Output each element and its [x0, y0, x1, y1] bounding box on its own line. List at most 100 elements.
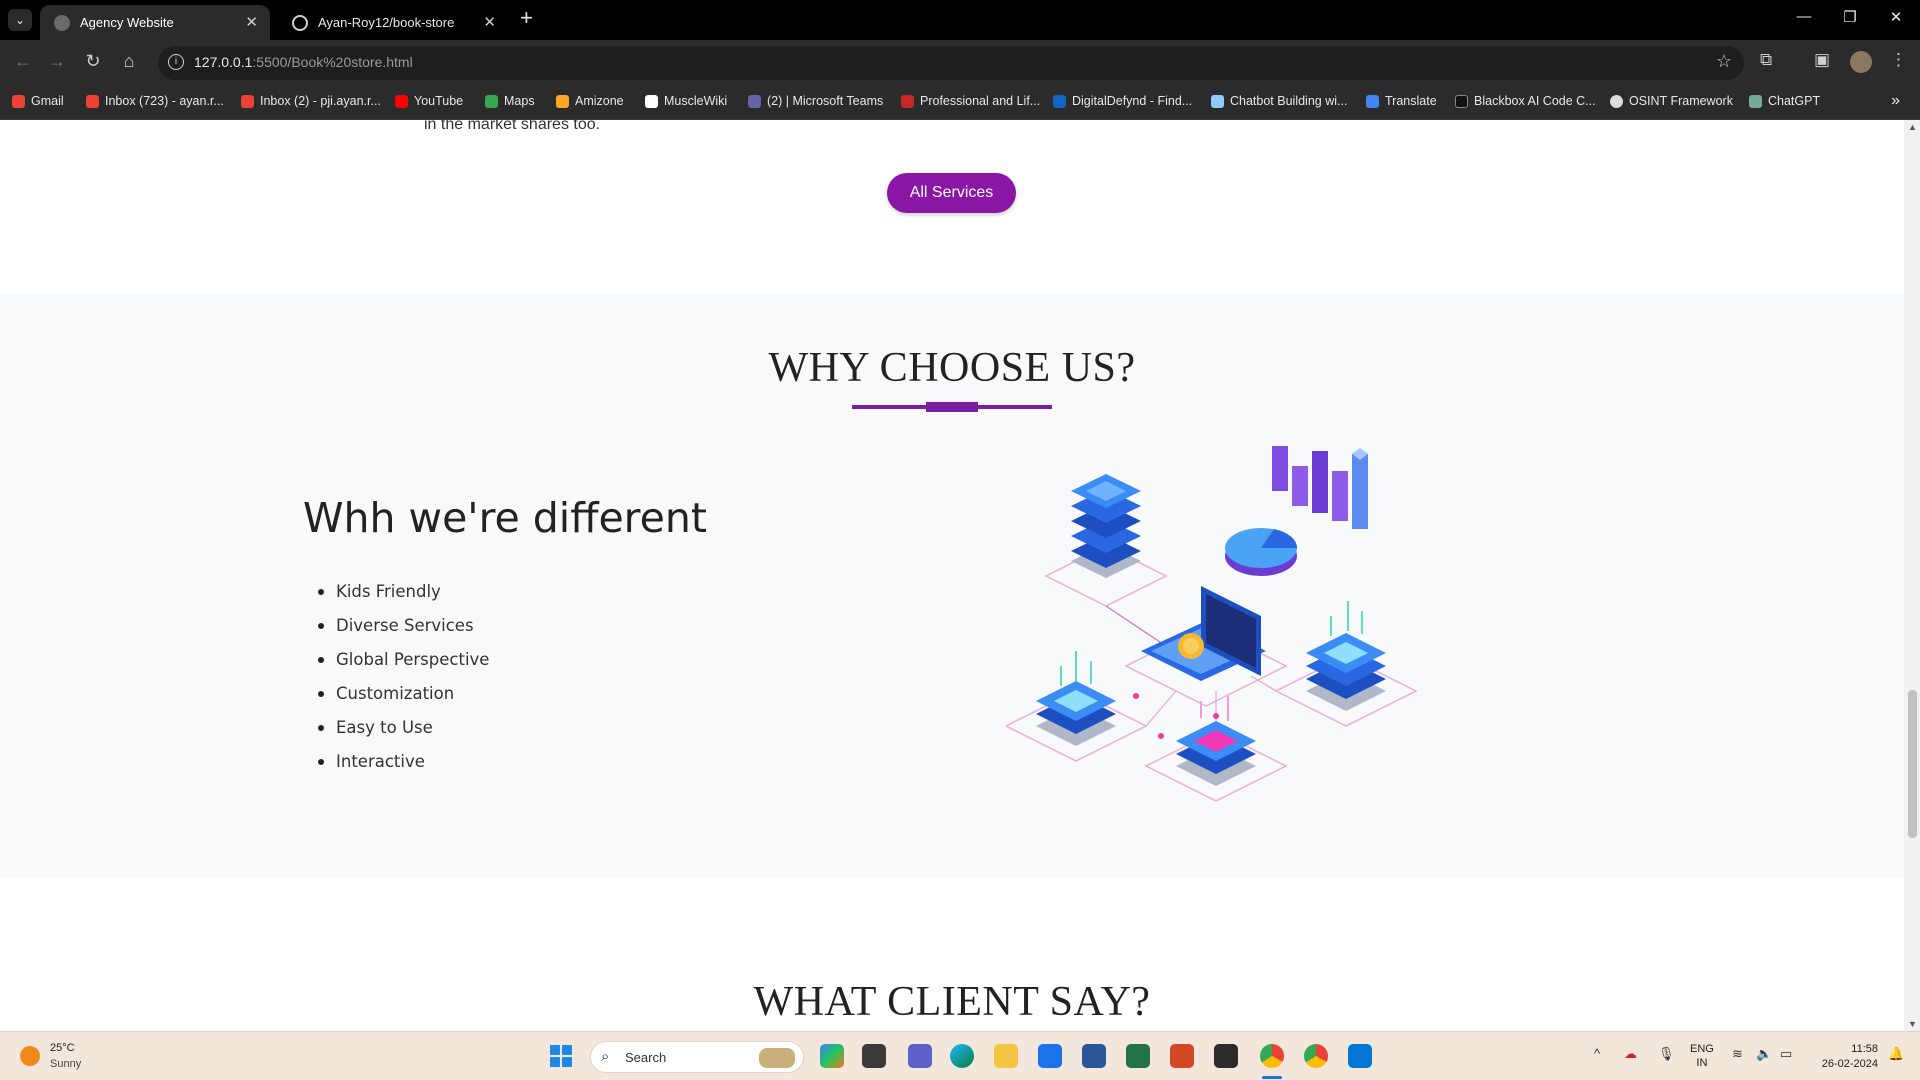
bookmark-star-icon[interactable]: ☆ [1716, 51, 1732, 72]
home-icon[interactable]: ⌂ [116, 51, 142, 72]
teams-icon[interactable] [908, 1044, 932, 1068]
blackbox-icon [1455, 94, 1468, 108]
mail-icon[interactable] [1038, 1044, 1062, 1068]
site-info-icon[interactable]: i [168, 54, 184, 70]
language-indicator[interactable]: ENG IN [1690, 1042, 1714, 1070]
bookmark-item[interactable]: DigitalDefynd - Find... [1053, 94, 1192, 108]
active-app-indicator [1262, 1076, 1282, 1079]
url-text[interactable]: 127.0.0.1:5500/Book%20store.html [194, 54, 413, 70]
bookmarks-bar: Gmail Inbox (723) - ayan.r... Inbox (2) … [0, 86, 1920, 120]
edge-icon[interactable] [950, 1044, 974, 1068]
terminal-icon[interactable] [1214, 1044, 1238, 1068]
copilot-icon[interactable] [820, 1044, 844, 1068]
gmail-icon [241, 94, 254, 108]
bookmark-item[interactable]: Blackbox AI Code C... [1455, 94, 1596, 108]
bookmark-item[interactable]: Gmail [12, 94, 64, 108]
section-title: WHAT CLIENT SAY? [753, 979, 1151, 1025]
title-underline-accent [926, 402, 978, 412]
system-clock[interactable]: 11:58 26-02-2024 [1812, 1042, 1878, 1072]
vscode-icon[interactable] [1348, 1044, 1372, 1068]
different-heading: Whh we're different [303, 494, 707, 542]
file-explorer-icon[interactable] [994, 1044, 1018, 1068]
amizone-icon [556, 94, 569, 108]
list-item: Kids Friendly [316, 582, 489, 616]
bookmark-item[interactable]: MuscleWiki [645, 94, 727, 108]
chatgpt-icon [1749, 94, 1762, 108]
tab-book-store[interactable]: Ayan-Roy12/book-store ✕ [278, 5, 508, 40]
microphone-icon[interactable]: 🎙 [1658, 1046, 1675, 1062]
word-icon[interactable] [1082, 1044, 1106, 1068]
chrome-profile-icon[interactable] [1304, 1044, 1328, 1068]
bookmark-item[interactable]: OSINT Framework [1610, 94, 1733, 108]
gmail-icon [12, 94, 25, 108]
github-icon [292, 14, 308, 31]
side-panel-icon[interactable]: ▣ [1814, 50, 1830, 70]
powerpoint-icon[interactable] [1170, 1044, 1194, 1068]
profile-avatar[interactable] [1850, 51, 1872, 73]
close-tab-icon[interactable]: ✕ [483, 13, 496, 31]
restore-icon[interactable]: ❐ [1830, 8, 1870, 26]
minimize-icon[interactable]: — [1784, 8, 1824, 25]
forward-icon[interactable]: → [44, 51, 70, 72]
weather-temperature[interactable]: 25°C [50, 1042, 75, 1054]
wifi-icon[interactable]: ≋ [1732, 1046, 1743, 1062]
search-icon: ⌕ [601, 1048, 610, 1065]
list-item: Global Perspective [316, 650, 489, 684]
bookmark-item[interactable]: ChatGPT [1749, 94, 1820, 108]
new-tab-button[interactable]: + [520, 5, 533, 31]
bookmark-item[interactable]: Amizone [556, 94, 624, 108]
teams-icon [748, 94, 761, 108]
close-window-icon[interactable]: ✕ [1876, 8, 1916, 26]
close-tab-icon[interactable]: ✕ [245, 13, 258, 31]
page-scrollbar[interactable]: ▲ ▼ [1904, 120, 1920, 1031]
gmail-icon [86, 94, 99, 108]
youtube-icon [395, 94, 408, 108]
musclewiki-icon [645, 94, 658, 108]
scrollbar-thumb[interactable] [1908, 690, 1917, 838]
excel-icon[interactable] [1126, 1044, 1150, 1068]
isometric-data-illustration [1006, 446, 1418, 802]
bookmark-item[interactable]: Translate [1366, 94, 1437, 108]
bookmark-item[interactable]: Inbox (2) - pji.ayan.r... [241, 94, 381, 108]
maps-icon [485, 94, 498, 108]
bookmark-item[interactable]: YouTube [395, 94, 463, 108]
onedrive-icon[interactable]: ☁ [1624, 1046, 1637, 1062]
bookmark-item[interactable]: Maps [485, 94, 535, 108]
globe-icon [54, 14, 70, 31]
bookmark-item[interactable]: Inbox (723) - ayan.r... [86, 94, 224, 108]
bookmark-item[interactable]: Chatbot Building wi... [1211, 94, 1347, 108]
sun-icon[interactable] [20, 1046, 40, 1066]
all-services-button[interactable]: All Services [887, 173, 1016, 213]
list-item: Diverse Services [316, 616, 489, 650]
show-hidden-icons[interactable]: ^ [1594, 1046, 1600, 1061]
features-list: Kids Friendly Diverse Services Global Pe… [316, 582, 489, 786]
start-button[interactable] [550, 1045, 572, 1067]
menu-icon[interactable]: ⋮ [1890, 50, 1907, 70]
chatbot-icon [1211, 94, 1224, 108]
section-title: WHY CHOOSE US? [768, 345, 1136, 391]
digitaldefynd-icon [1053, 94, 1066, 108]
navigation-bar: ← → ↻ ⌂ i 127.0.0.1:5500/Book%20store.ht… [0, 40, 1920, 86]
list-item: Easy to Use [316, 718, 489, 752]
services-description-text: in the market shares too. [424, 120, 601, 133]
scroll-down-icon[interactable]: ▼ [1908, 1019, 1917, 1029]
volume-icon[interactable]: 🔈 [1756, 1046, 1772, 1062]
page-viewport: in the market shares too. All Services W… [0, 120, 1904, 1031]
more-bookmarks-icon[interactable]: » [1891, 92, 1900, 110]
extensions-icon[interactable]: ⧉ [1760, 50, 1772, 70]
tab-agency-website[interactable]: Agency Website ✕ [40, 5, 270, 40]
bookmark-item[interactable]: Professional and Lif... [901, 94, 1040, 108]
taskbar-search[interactable]: ⌕ Search [590, 1041, 804, 1073]
notification-bell-icon[interactable]: 🔔 [1888, 1046, 1904, 1062]
task-view-icon[interactable] [862, 1044, 886, 1068]
weather-description[interactable]: Sunny [50, 1058, 81, 1070]
battery-icon[interactable]: ▭ [1780, 1046, 1792, 1062]
address-bar[interactable]: i 127.0.0.1:5500/Book%20store.html ☆ [158, 46, 1744, 80]
chrome-icon[interactable] [1260, 1044, 1284, 1068]
tab-search-button[interactable]: ⌄ [8, 9, 32, 31]
scroll-up-icon[interactable]: ▲ [1908, 122, 1917, 132]
bookmark-item[interactable]: (2) | Microsoft Teams [748, 94, 883, 108]
reload-icon[interactable]: ↻ [80, 51, 106, 72]
back-icon[interactable]: ← [10, 51, 36, 72]
why-choose-us-section: WHY CHOOSE US? Whh we're different Kids … [0, 294, 1904, 878]
